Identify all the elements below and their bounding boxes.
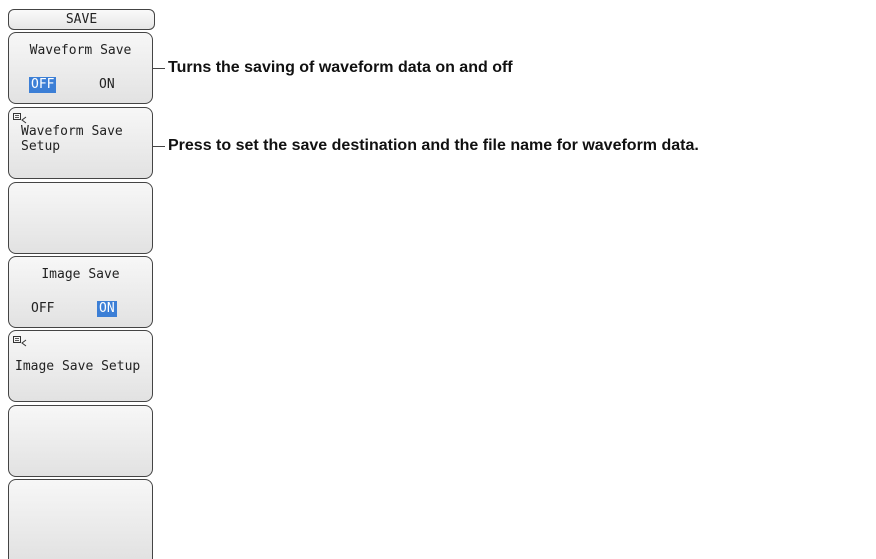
waveform-save-key[interactable]: Waveform Save OFF ON (8, 32, 153, 104)
waveform-save-setup-label: Waveform Save Setup (21, 124, 123, 154)
waveform-save-on-option[interactable]: ON (97, 77, 117, 93)
callout-line-waveform-save (153, 68, 165, 69)
annotation-waveform-setup: Press to set the save destination and th… (168, 137, 699, 154)
waveform-save-label: Waveform Save (29, 43, 132, 58)
panel-title: SAVE (8, 9, 155, 30)
blank-key-2[interactable] (8, 405, 153, 477)
waveform-save-setup-key[interactable]: Waveform Save Setup (8, 107, 153, 179)
image-save-setup-key[interactable]: Image Save Setup (8, 330, 153, 402)
image-save-label: Image Save (41, 267, 120, 282)
soft-key-panel: SAVE Waveform Save OFF ON Waveform Save … (0, 0, 160, 559)
blank-key-1[interactable] (8, 182, 153, 254)
image-save-setup-label: Image Save Setup (15, 359, 141, 374)
submenu-icon (13, 113, 27, 124)
image-save-off-option[interactable]: OFF (29, 301, 56, 317)
callout-line-waveform-setup (153, 146, 165, 147)
annotation-waveform-save: Turns the saving of waveform data on and… (168, 59, 513, 76)
submenu-icon (13, 336, 27, 347)
blank-key-3[interactable] (8, 479, 153, 559)
image-save-key[interactable]: Image Save OFF ON (8, 256, 153, 328)
image-save-on-option[interactable]: ON (97, 301, 117, 317)
waveform-save-off-option[interactable]: OFF (29, 77, 57, 93)
